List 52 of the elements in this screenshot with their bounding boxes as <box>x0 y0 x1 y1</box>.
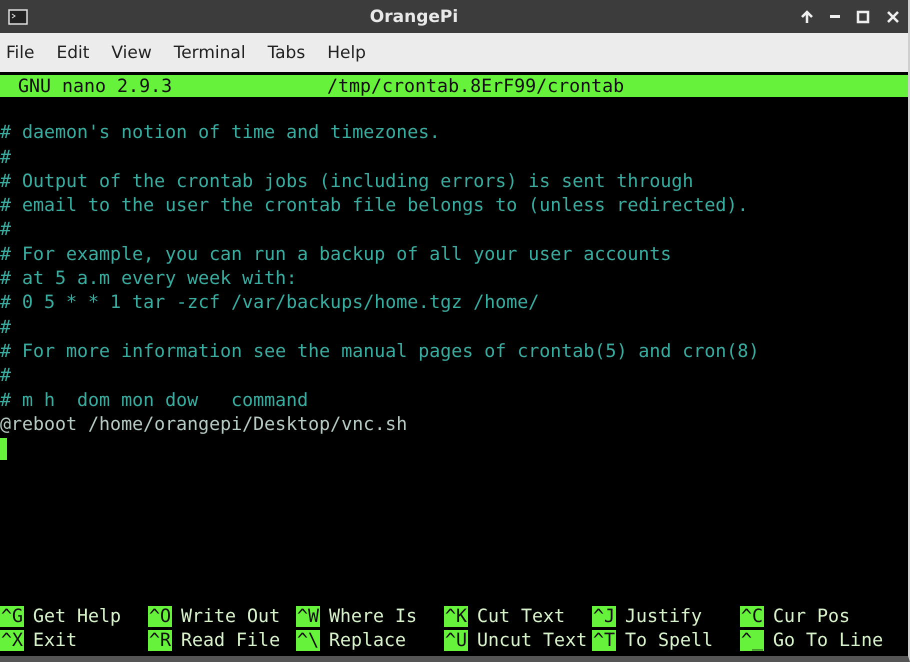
comment-line: # email to the user the crontab file belongs to (unless redirected). <box>0 194 750 218</box>
shortcut-key: ^T <box>592 630 616 651</box>
shortcut-label: Uncut Text <box>477 630 588 651</box>
shortcut-label: Get Help <box>33 606 122 627</box>
comment-line: # <box>0 364 12 388</box>
shortcut-label: To Spell <box>625 630 714 651</box>
menu-item[interactable]: Terminal <box>162 42 257 62</box>
shortcut-label: Read File <box>181 630 280 651</box>
command-line: @reboot /home/orangepi/Desktop/vnc.sh <box>0 412 408 437</box>
minimize-icon <box>830 15 840 18</box>
comment-line: # For example, you can run a backup of all your user accounts <box>0 242 672 267</box>
terminal-icon <box>8 8 28 24</box>
shortcut-key: ^U <box>444 630 468 651</box>
menu-item[interactable]: Tabs <box>256 42 316 62</box>
shortcut-label: Replace <box>329 630 406 651</box>
shortcut-key: ^C <box>740 606 764 627</box>
comment-line: # <box>0 146 12 170</box>
comment-line: # 0 5 * * 1 tar -zcf /var/backups/home.tgz /home/ <box>0 291 540 316</box>
menu-item[interactable]: Edit <box>45 42 100 62</box>
shortcut-label: Cut Text <box>477 606 566 627</box>
comment-line: # Output of the crontab jobs (including errors) is sent through <box>0 170 694 194</box>
shortcut-key: ^R <box>148 630 172 651</box>
shortcut-key: ^K <box>444 606 468 627</box>
shortcut-key: ^_ <box>740 630 764 651</box>
comment-line: # daemon's notion of time and timezones. <box>0 121 442 146</box>
file-path: /tmp/crontab.8ErF99/crontab <box>327 76 624 96</box>
comment-line: # <box>0 316 12 340</box>
close-icon <box>886 10 900 24</box>
shortcut-label: Go To Line <box>773 630 884 651</box>
shortcut-key: ^J <box>592 606 616 627</box>
menu-item[interactable]: View <box>100 42 163 62</box>
shortcut-label: Where Is <box>329 606 418 627</box>
maximize-icon <box>856 10 870 24</box>
shortcut-key: ^W <box>296 606 320 627</box>
shortcut-label: Justify <box>625 606 702 627</box>
shortcut-key: ^X <box>0 630 24 651</box>
comment-line: # m h dom mon dow command <box>0 388 310 413</box>
comment-line: # at 5 a.m every week with: <box>0 267 298 292</box>
menu-item[interactable]: File <box>6 42 46 62</box>
window-title: OrangePi <box>368 6 460 26</box>
shortcut-key: ^O <box>148 606 172 627</box>
editor-version: GNU nano 2.9.3 <box>18 76 174 96</box>
shortcut-label: Write Out <box>181 606 280 627</box>
comment-line: # <box>0 218 12 242</box>
shortcut-label: Cur Pos <box>773 606 850 627</box>
arrow-up-icon <box>800 10 814 24</box>
shortcut-label: Exit <box>33 630 78 651</box>
menu-item[interactable]: Help <box>316 42 377 62</box>
shortcut-key: ^G <box>0 606 24 627</box>
comment-line: # For more information see the manual pages of crontab(5) and cron(8) <box>0 340 760 364</box>
shortcut-key: ^\ <box>296 630 320 651</box>
text-cursor <box>0 438 7 460</box>
